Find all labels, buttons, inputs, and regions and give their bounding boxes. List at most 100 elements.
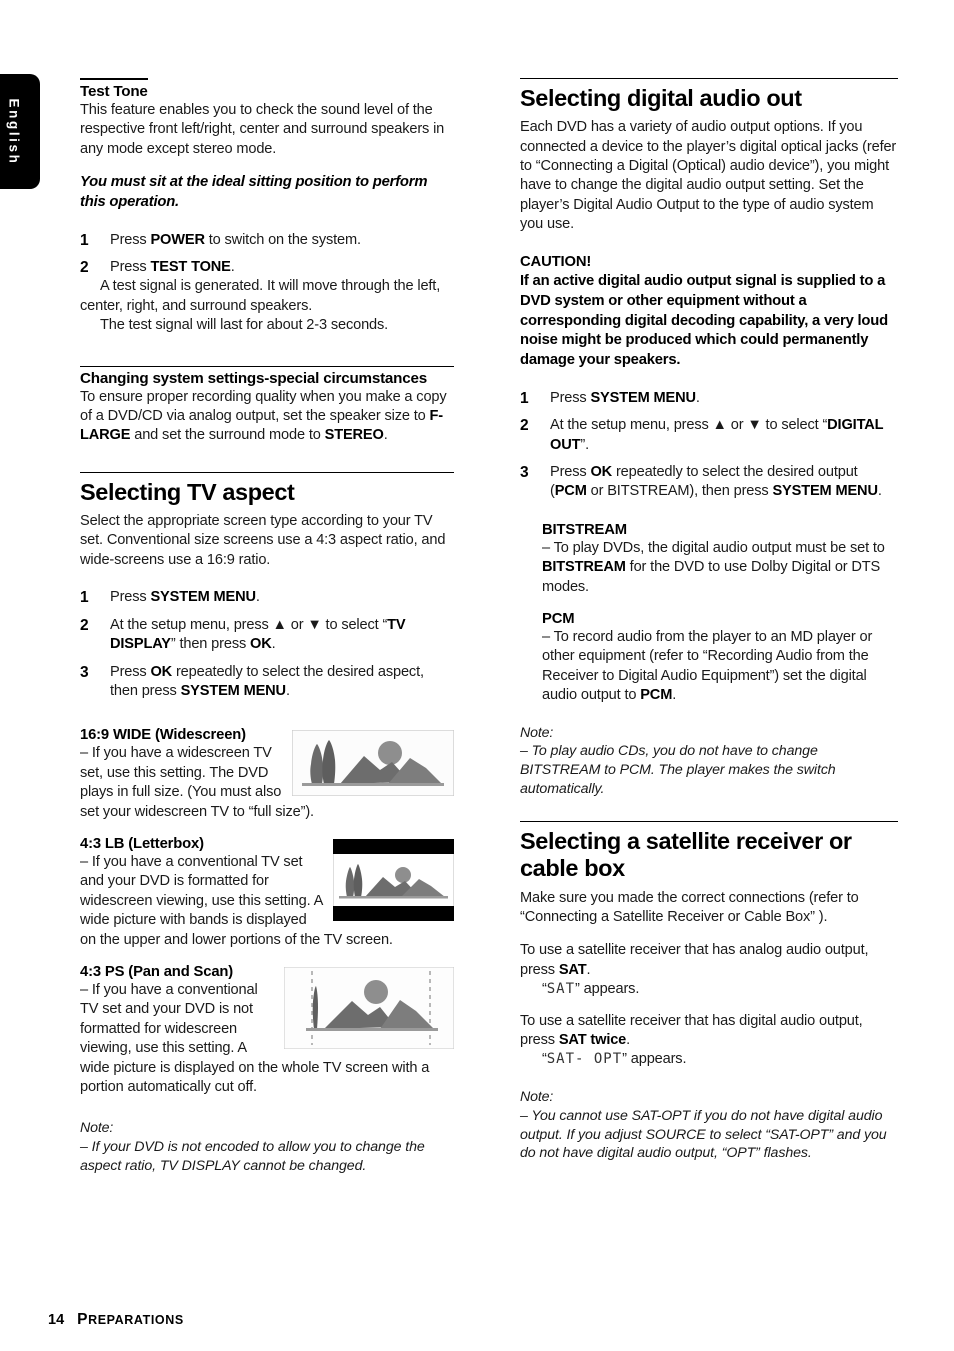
step-text-pre: At the setup menu, press	[550, 417, 713, 434]
satellite-note-text: – You cannot use SAT-OPT if you do not h…	[520, 1107, 887, 1162]
caution-body: If an active digital audio output signal…	[520, 273, 888, 369]
arrow-down-icon: ▼	[307, 616, 322, 633]
step-text-post: .	[230, 258, 235, 275]
step-text-post: .	[271, 636, 276, 653]
satellite-analog-bold: SAT	[558, 961, 587, 978]
footer-section-title: PREPARATIONS	[77, 1311, 184, 1329]
tv-aspect-intro: Select the appropriate screen type accor…	[80, 513, 446, 568]
satellite-analog-display-post: ” appears.	[575, 981, 640, 998]
satellite-digital-post: .	[626, 1032, 631, 1049]
bitstream-text: – To play DVDs, the digital audio output…	[542, 539, 898, 597]
arrow-up-icon: ▲	[272, 616, 287, 633]
satellite-note-label: Note:	[520, 1088, 554, 1105]
digital-audio-heading: Selecting digital audio out	[520, 78, 898, 112]
pcm-text-pre: – To record audio from the player to an …	[542, 628, 873, 704]
digital-audio-step-3: 3 Press OK repeatedly to select the desi…	[520, 463, 898, 502]
widescreen-landscape-thumbnail	[291, 729, 454, 797]
tv-aspect-note-label: Note:	[80, 1120, 114, 1137]
arrow-up-icon: ▲	[712, 417, 727, 434]
satellite-analog-display: “SAT” appears.	[520, 980, 898, 999]
step-text-post: .	[285, 682, 290, 699]
satellite-heading: Selecting a satellite receiver or cable …	[520, 821, 898, 883]
page-number: 14	[48, 1312, 65, 1328]
tv-aspect-heading: Selecting TV aspect	[80, 471, 454, 506]
tv-aspect-step-1: 1 Press SYSTEM MENU.	[80, 588, 454, 607]
step-text-mid4: ), then press	[689, 483, 773, 500]
step-number: 3	[520, 463, 529, 481]
tv-aspect-step-2: 2 At the setup menu, press ▲ or ▼ to sel…	[80, 616, 454, 655]
test-tone-step-2: 2 Press TEST TONE. A test signal is gene…	[80, 258, 454, 336]
panscan-landscape-thumbnail	[283, 966, 454, 1050]
step-text-bold: POWER	[150, 231, 205, 248]
tv-aspect-step-3: 3 Press OK repeatedly to select the desi…	[80, 663, 454, 702]
footer-section-initial: P	[77, 1311, 89, 1328]
test-tone-heading: Test Tone	[80, 78, 148, 100]
step-text-bold: SYSTEM MENU	[590, 389, 696, 406]
step-sub-line-1: A test signal is generated. It will move…	[80, 278, 441, 314]
caution-title: CAUTION!	[520, 253, 592, 270]
step-number: 2	[80, 616, 89, 634]
satellite-digital-line: To use a satellite receiver that has dig…	[520, 1012, 898, 1051]
step-text-bitstream: BITSTREAM	[607, 483, 690, 500]
digital-audio-note-text: – To play audio CDs, you do not have to …	[520, 743, 836, 798]
tv-aspect-note-text: – If your DVD is not encoded to allow yo…	[80, 1139, 425, 1175]
step-text-post: .	[695, 389, 700, 406]
satellite-analog-post: .	[586, 961, 591, 978]
option-letterbox: 4:3 LB (Letterbox) – If you have a conve…	[80, 836, 454, 950]
step-text-bold2: PCM	[554, 483, 587, 500]
arrow-down-icon: ▼	[747, 417, 762, 434]
step-number: 1	[520, 389, 529, 407]
step-text-bold: OK	[150, 663, 173, 680]
right-column: Selecting digital audio out Each DVD has…	[520, 78, 898, 1163]
step-text-post: .	[877, 483, 882, 500]
changing-settings-post: .	[383, 427, 388, 444]
step-text-mid2: to select “	[761, 417, 828, 434]
step-text-bold: TEST TONE	[150, 258, 231, 275]
step-text-pre: Press	[110, 258, 151, 275]
step-text-bold: SYSTEM MENU	[150, 589, 256, 606]
digital-audio-note-label: Note:	[520, 724, 554, 741]
step-text-mid: or	[286, 616, 308, 633]
step-text-pre: Press	[110, 231, 151, 248]
step-text-mid: or	[726, 417, 748, 434]
step-text-mid3: or	[586, 483, 608, 500]
satellite-digital-bold: SAT twice	[558, 1032, 627, 1049]
step-number: 3	[80, 663, 89, 681]
bitstream-text-bold: BITSTREAM	[542, 559, 626, 576]
test-tone-step-1: 1 Press POWER to switch on the system.	[80, 231, 454, 250]
option-panscan: 4:3 PS (Pan and Scan) – If you have a co…	[80, 964, 454, 1097]
step-number: 2	[80, 258, 89, 276]
satellite-digital-display: “SAT- OPT” appears.	[520, 1050, 898, 1069]
satellite-analog-line: To use a satellite receiver that has ana…	[520, 941, 898, 980]
left-column: Test Tone This feature enables you to ch…	[80, 78, 454, 1176]
pcm-text-post: .	[672, 687, 677, 704]
step-text-mid2: to select “	[321, 616, 388, 633]
step-number: 1	[80, 231, 89, 249]
step-text-pre: Press	[110, 663, 151, 680]
step-text-pre: Press	[110, 589, 151, 606]
step-text-post: .	[255, 589, 260, 606]
lcd-display-sat-opt: SAT- OPT	[546, 1051, 623, 1068]
step-text-bold4: SYSTEM MENU	[772, 483, 878, 500]
pcm-text-bold: PCM	[640, 687, 673, 704]
lcd-display-sat: SAT	[546, 981, 576, 998]
satellite-digital-display-post: ” appears.	[622, 1051, 687, 1068]
changing-settings-bold-stereo: STEREO	[324, 427, 384, 444]
step-sub-line-2: The test signal will last for about 2-3 …	[100, 317, 389, 334]
option-widescreen: 16:9 WIDE (Widescreen) – If you have a w…	[80, 727, 454, 822]
step-text-pre: Press	[550, 463, 591, 480]
step-number: 1	[80, 589, 89, 607]
digital-audio-intro: Each DVD has a variety of audio output o…	[520, 119, 897, 233]
step-text-post: to switch on the system.	[204, 231, 361, 248]
test-tone-intro: This feature enables you to check the so…	[80, 102, 445, 157]
changing-settings-heading: Changing system settings-special circums…	[80, 365, 454, 387]
letterbox-landscape-thumbnail	[332, 838, 454, 922]
bitstream-text-pre: – To play DVDs, the digital audio output…	[542, 539, 885, 556]
language-tab-label: English	[6, 98, 22, 165]
changing-settings-pre: To ensure proper recording quality when …	[80, 388, 447, 424]
step-text-bold2: SYSTEM MENU	[180, 682, 287, 699]
step-text-post: ”.	[580, 436, 589, 453]
page-footer: 14 PREPARATIONS	[48, 1311, 184, 1329]
satellite-intro: Make sure you made the correct connectio…	[520, 889, 859, 925]
step-text-bold2: OK	[250, 636, 272, 653]
